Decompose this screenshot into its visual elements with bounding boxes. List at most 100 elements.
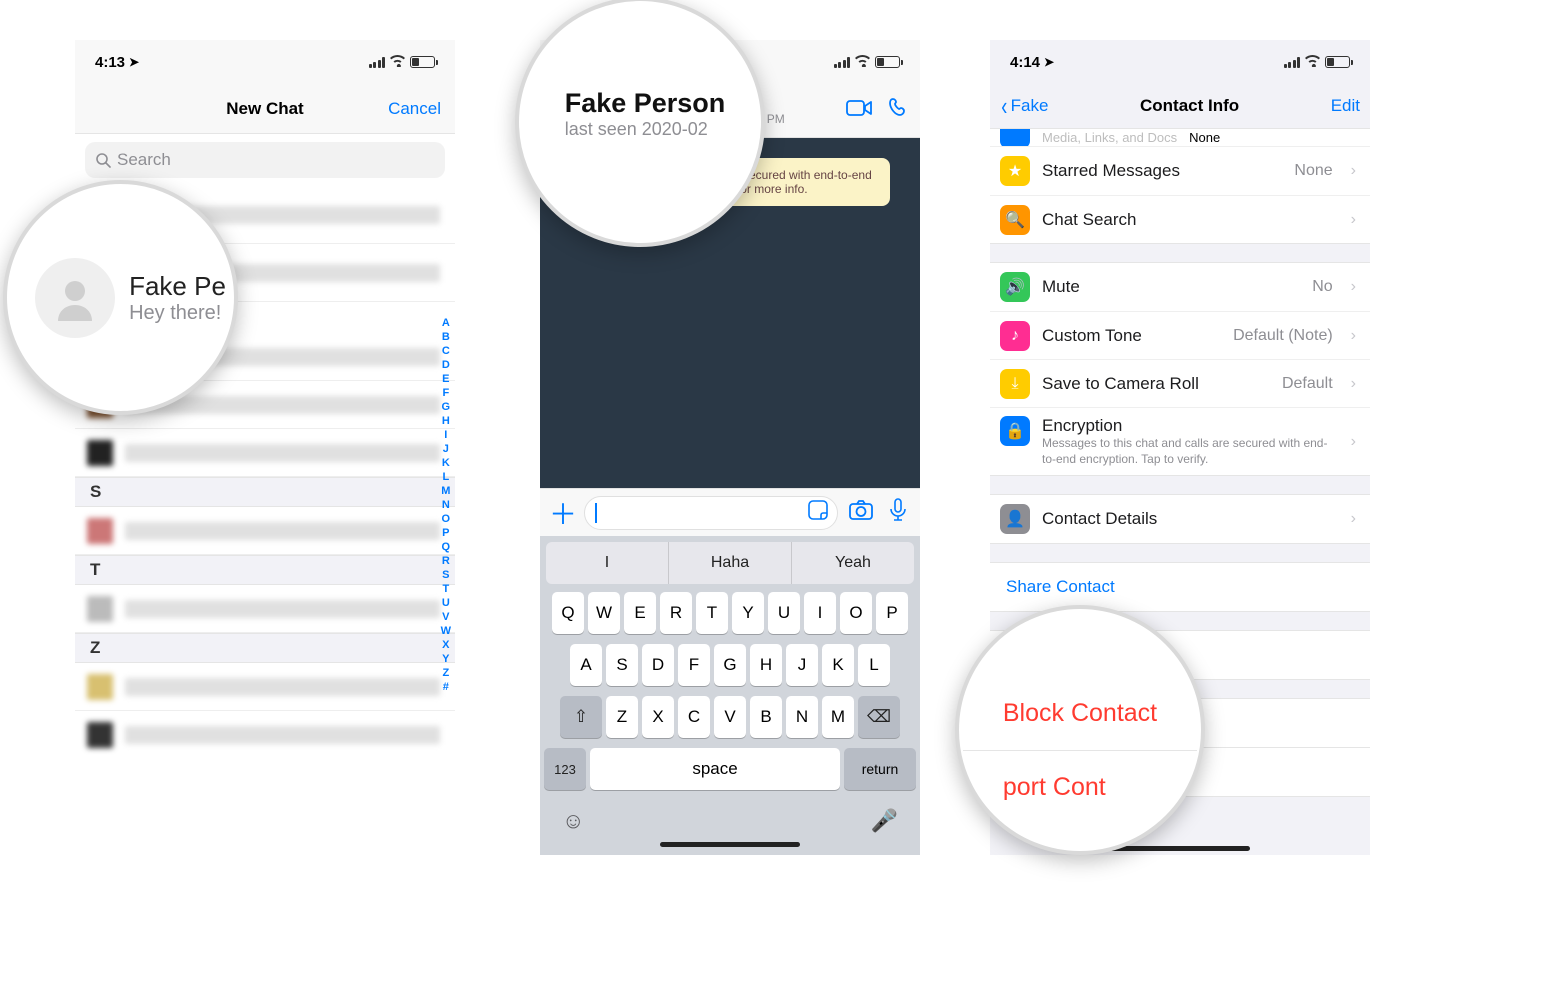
- cancel-button[interactable]: Cancel: [388, 99, 441, 119]
- row-encryption[interactable]: 🔒 Encryption Messages to this chat and c…: [990, 407, 1370, 475]
- row-mute[interactable]: 🔊 Mute No ›: [990, 263, 1370, 311]
- key-h[interactable]: H: [750, 644, 782, 686]
- edit-button[interactable]: Edit: [1331, 96, 1360, 116]
- index-letter[interactable]: N: [441, 498, 451, 512]
- key-c[interactable]: C: [678, 696, 710, 738]
- index-letter[interactable]: W: [441, 624, 451, 638]
- backspace-key[interactable]: ⌫: [858, 696, 900, 738]
- key-s[interactable]: S: [606, 644, 638, 686]
- share-contact-button[interactable]: Share Contact: [990, 562, 1370, 612]
- search-input[interactable]: Search: [85, 142, 445, 178]
- key-z[interactable]: Z: [606, 696, 638, 738]
- index-letter[interactable]: X: [441, 638, 451, 652]
- attach-button[interactable]: ＋: [548, 493, 578, 533]
- index-letter[interactable]: Z: [441, 666, 451, 680]
- key-a[interactable]: A: [570, 644, 602, 686]
- index-letter[interactable]: K: [441, 456, 451, 470]
- index-letter[interactable]: Y: [441, 652, 451, 666]
- key-q[interactable]: Q: [552, 592, 584, 634]
- row-starred[interactable]: ★ Starred Messages None ›: [990, 147, 1370, 195]
- index-letter[interactable]: Q: [441, 540, 451, 554]
- list-item[interactable]: [75, 663, 455, 711]
- camera-icon[interactable]: [844, 499, 878, 526]
- index-letter[interactable]: A: [441, 316, 451, 330]
- row-contact-details[interactable]: 👤 Contact Details ›: [990, 495, 1370, 543]
- index-letter[interactable]: G: [441, 400, 451, 414]
- music-icon: ♪: [1000, 321, 1030, 351]
- microphone-icon[interactable]: [884, 498, 912, 527]
- list-item[interactable]: [75, 507, 455, 555]
- row-media[interactable]: Media, Links, and Docs None: [990, 129, 1370, 147]
- index-letter[interactable]: I: [441, 428, 451, 442]
- return-key[interactable]: return: [844, 748, 916, 790]
- index-letter[interactable]: S: [441, 568, 451, 582]
- key-g[interactable]: G: [714, 644, 746, 686]
- key-l[interactable]: L: [858, 644, 890, 686]
- row-chat-search[interactable]: 🔍 Chat Search ›: [990, 195, 1370, 243]
- space-key[interactable]: space: [590, 748, 840, 790]
- emoji-key[interactable]: ☺: [562, 808, 584, 834]
- search-icon: 🔍: [1000, 205, 1030, 235]
- shift-key[interactable]: ⇧: [560, 696, 602, 738]
- battery-icon: [1325, 56, 1350, 68]
- key-t[interactable]: T: [696, 592, 728, 634]
- index-letter[interactable]: J: [441, 442, 451, 456]
- index-letter[interactable]: V: [441, 610, 451, 624]
- key-e[interactable]: E: [624, 592, 656, 634]
- key-u[interactable]: U: [768, 592, 800, 634]
- battery-icon: [875, 56, 900, 68]
- suggestion[interactable]: Haha: [668, 542, 792, 584]
- list-item[interactable]: [75, 711, 455, 759]
- key-x[interactable]: X: [642, 696, 674, 738]
- list-item[interactable]: [75, 585, 455, 633]
- home-indicator[interactable]: [660, 842, 800, 847]
- index-letter[interactable]: C: [441, 344, 451, 358]
- location-icon: ➤: [1044, 55, 1054, 69]
- suggestion[interactable]: I: [546, 542, 668, 584]
- index-letter[interactable]: E: [441, 372, 451, 386]
- key-w[interactable]: W: [588, 592, 620, 634]
- dictation-key[interactable]: 🎤: [871, 808, 898, 834]
- voice-call-icon[interactable]: [888, 97, 910, 124]
- index-letter[interactable]: M: [441, 484, 451, 498]
- video-call-icon[interactable]: [846, 99, 872, 122]
- key-p[interactable]: P: [876, 592, 908, 634]
- suggestion[interactable]: Yeah: [792, 542, 914, 584]
- key-y[interactable]: Y: [732, 592, 764, 634]
- index-letter[interactable]: O: [441, 512, 451, 526]
- key-o[interactable]: O: [840, 592, 872, 634]
- back-button[interactable]: ‹Fake: [1000, 91, 1048, 122]
- index-letter[interactable]: T: [441, 582, 451, 596]
- key-n[interactable]: N: [786, 696, 818, 738]
- index-letter[interactable]: B: [441, 330, 451, 344]
- row-tone[interactable]: ♪ Custom Tone Default (Note) ›: [990, 311, 1370, 359]
- alphabet-index[interactable]: ABCDEFGHIJKLMNOPQRSTUVWXYZ#: [441, 316, 451, 694]
- numbers-key[interactable]: 123: [544, 748, 586, 790]
- index-letter[interactable]: R: [441, 554, 451, 568]
- key-m[interactable]: M: [822, 696, 854, 738]
- index-letter[interactable]: D: [441, 358, 451, 372]
- list-item[interactable]: [75, 429, 455, 477]
- sticker-icon[interactable]: [807, 499, 829, 526]
- index-letter[interactable]: H: [441, 414, 451, 428]
- key-v[interactable]: V: [714, 696, 746, 738]
- key-f[interactable]: F: [678, 644, 710, 686]
- index-letter[interactable]: #: [441, 680, 451, 694]
- key-j[interactable]: J: [786, 644, 818, 686]
- key-b[interactable]: B: [750, 696, 782, 738]
- key-i[interactable]: I: [804, 592, 836, 634]
- wifi-icon: [854, 54, 871, 71]
- index-letter[interactable]: L: [441, 470, 451, 484]
- index-letter[interactable]: U: [441, 596, 451, 610]
- chevron-right-icon: ›: [1351, 211, 1356, 229]
- keyboard-suggestions[interactable]: I Haha Yeah: [546, 542, 914, 584]
- index-letter[interactable]: P: [441, 526, 451, 540]
- row-save-roll[interactable]: ⤓ Save to Camera Roll Default ›: [990, 359, 1370, 407]
- key-k[interactable]: K: [822, 644, 854, 686]
- home-indicator[interactable]: [1110, 846, 1250, 851]
- index-letter[interactable]: F: [441, 386, 451, 400]
- keyboard[interactable]: I Haha Yeah QWERTYUIOP ASDFGHJKL ⇧ ZXCVB…: [540, 536, 920, 855]
- message-input[interactable]: [584, 496, 838, 530]
- key-r[interactable]: R: [660, 592, 692, 634]
- key-d[interactable]: D: [642, 644, 674, 686]
